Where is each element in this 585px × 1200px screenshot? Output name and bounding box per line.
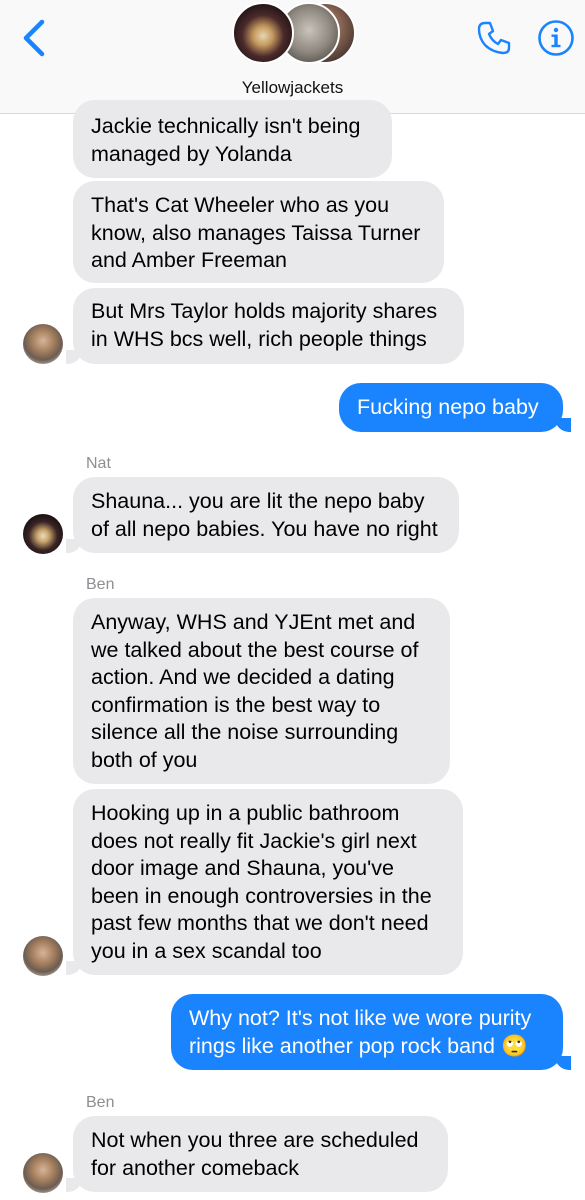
avatar-nat[interactable]: [23, 514, 63, 554]
message-bubble[interactable]: Hooking up in a public bathroom does not…: [73, 789, 463, 975]
message-text: and Amber Freeman: [91, 248, 287, 272]
avatar-ben[interactable]: [23, 936, 63, 976]
message-text: been in enough controversies in the: [91, 883, 432, 908]
bubble-tail: [66, 1178, 82, 1192]
message-text: you in a sex scandal too: [91, 938, 322, 963]
sender-name: Ben: [86, 1094, 115, 1111]
message-bubble[interactable]: That's Cat Wheeler who as you know, also…: [73, 181, 444, 283]
message-text: for another comeback: [91, 1155, 299, 1180]
message-text: Not when you three are scheduled: [91, 1128, 419, 1152]
avatar-ben[interactable]: [23, 324, 63, 364]
chevron-left-icon: [23, 19, 45, 57]
group-avatar[interactable]: [232, 2, 372, 68]
bubble-tail-outgoing: [555, 418, 571, 432]
info-icon: [538, 20, 574, 56]
message-text: But Mrs Taylor holds majority shares: [91, 299, 438, 323]
message-text: rings like another pop rock band 🙄: [189, 1033, 528, 1058]
bubble-tail: [66, 350, 82, 364]
message-text: both of you: [91, 747, 198, 772]
sender-name: Ben: [86, 576, 115, 593]
message-text: past few months that we don't need: [91, 911, 429, 935]
message-text: Hooking up in a public bathroom: [91, 801, 400, 825]
message-text: That's Cat Wheeler who as you: [91, 193, 390, 217]
message-bubble[interactable]: Shauna... you are lit the nepo baby of a…: [73, 477, 459, 553]
message-text: of all nepo babies. You have no right: [91, 516, 438, 541]
message-text: confirmation is the best way to: [91, 692, 381, 717]
message-text: door image and Shauna, you've: [91, 856, 394, 880]
info-button[interactable]: [537, 19, 575, 57]
bubble-tail-outgoing: [555, 1056, 571, 1070]
bubble-tail: [66, 961, 82, 975]
message-bubble[interactable]: Not when you three are scheduled for ano…: [73, 1116, 448, 1192]
member-avatar-1: [232, 2, 294, 64]
call-button[interactable]: [474, 18, 514, 58]
group-name[interactable]: Yellowjackets: [0, 78, 585, 98]
back-button[interactable]: [18, 18, 52, 58]
message-bubble-outgoing[interactable]: Fucking nepo baby: [339, 383, 563, 432]
message-text: know, also manages Taissa Turner: [91, 220, 421, 245]
message-text: does not really fit Jackie's girl next: [91, 828, 417, 853]
message-bubble[interactable]: Anyway, WHS and YJEnt met and we talked …: [73, 598, 450, 784]
message-bubble[interactable]: Jackie technically isn't being managed b…: [73, 100, 392, 178]
message-text: Jackie technically isn't being: [91, 114, 361, 138]
phone-icon: [477, 21, 511, 55]
message-text: Fucking nepo baby: [357, 395, 539, 419]
conversation-header: Yellowjackets: [0, 0, 585, 114]
bubble-tail: [66, 539, 82, 553]
message-text: we talked about the best course of: [91, 637, 419, 662]
message-text: Shauna... you are lit the nepo baby: [91, 489, 425, 513]
sender-name: Nat: [86, 455, 111, 472]
message-text: Anyway, WHS and YJEnt met and: [91, 610, 416, 634]
message-text: action. And we decided a dating: [91, 665, 395, 689]
message-text: Why not? It's not like we wore purity: [189, 1006, 532, 1030]
message-text: in WHS bcs well, rich people things: [91, 326, 427, 351]
avatar-ben[interactable]: [23, 1153, 63, 1193]
message-text: silence all the noise surrounding: [91, 720, 399, 744]
message-text: managed by Yolanda: [91, 141, 292, 166]
message-bubble-outgoing[interactable]: Why not? It's not like we wore purity ri…: [171, 994, 563, 1070]
message-bubble[interactable]: But Mrs Taylor holds majority shares in …: [73, 288, 464, 364]
